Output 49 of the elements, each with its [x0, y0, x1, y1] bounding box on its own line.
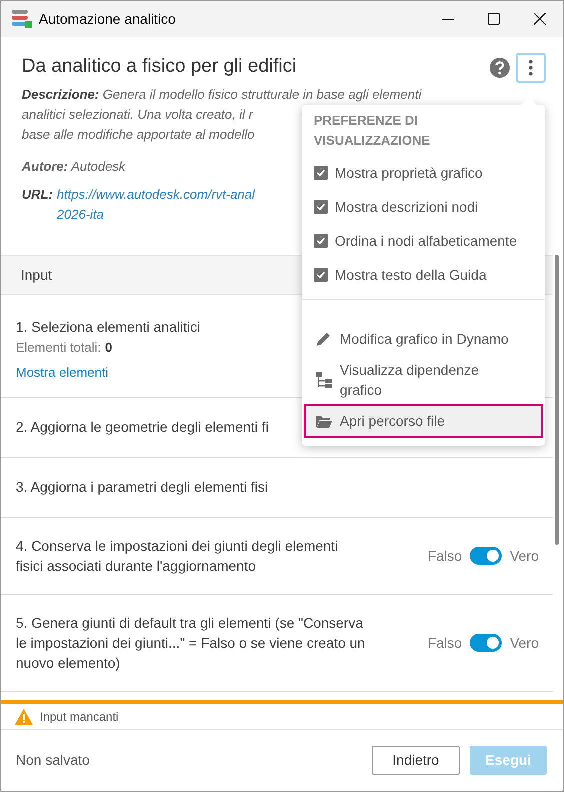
hierarchy-icon [315, 371, 333, 389]
folder-icon [315, 413, 333, 429]
warning-text: Input mancanti [40, 708, 119, 726]
footer-button[interactable]: Indietro [372, 746, 460, 775]
page-title: Da analitico a fisico per gli edifici [22, 55, 297, 79]
input-label: 2. Aggiorna le geometrie degli elementi fi [16, 418, 269, 437]
checkbox[interactable] [314, 234, 328, 248]
toggle-switch[interactable] [470, 547, 502, 565]
menu-checkbox-item[interactable]: Ordina i nodi alfabeticamente [302, 231, 545, 251]
show-elements-link[interactable]: Mostra elementi [16, 362, 108, 382]
description-text: base alle modifiche apportate al modello [22, 126, 255, 144]
pencil-icon [315, 330, 333, 348]
menu-item[interactable]: Visualizza dipendenze grafico [304, 358, 543, 402]
window-title: Automazione analitico [39, 10, 176, 28]
false-label: Falso [428, 546, 462, 566]
checkbox[interactable] [314, 268, 328, 282]
checkbox[interactable] [314, 166, 328, 180]
count-label: Elementi totali: [16, 339, 102, 357]
count-value: 0 [105, 339, 112, 357]
input-label: 3. Aggiorna i parametri degli elementi fisi [16, 478, 268, 497]
save-status: Non salvato [16, 751, 90, 770]
help-icon[interactable] [490, 58, 510, 78]
input-label: 5. Genera giunti di default tra gli elementi (se "Conserva le impostazioni dei giunti..." = Falso o se viene creato un nuovo elemento) [16, 614, 366, 673]
description-text: analitici selezionati. Una volta creato, il r [22, 106, 254, 124]
toggle-switch[interactable] [470, 634, 502, 652]
menu-item[interactable]: Apri percorso file [304, 404, 543, 438]
input-label: 1. Seleziona elementi analitici [16, 318, 202, 337]
url-label: URL: [22, 186, 54, 204]
url-link[interactable]: 2026-ita [57, 205, 256, 225]
more-options-button[interactable] [516, 53, 546, 83]
menu-checkbox-item[interactable]: Mostra testo della Guida [302, 265, 545, 285]
url-link[interactable]: https://www.autodesk.com/rvt-anal [57, 185, 256, 205]
menu-item[interactable]: Modifica grafico in Dynamo [304, 322, 543, 356]
author-text: Autore: Autodesk [22, 158, 126, 176]
more-icon [529, 60, 533, 76]
menu-heading: PREFERENZE DI VISUALIZZAZIONE [313, 112, 432, 150]
menu-checkbox-item[interactable]: Mostra proprietà grafico [302, 163, 545, 183]
true-label: Vero [510, 546, 539, 566]
menu-checkbox-item[interactable]: Mostra descrizioni nodi [302, 197, 545, 217]
checkbox[interactable] [314, 200, 328, 214]
close-icon [534, 13, 546, 25]
false-label: Falso [428, 634, 462, 652]
true-label: Vero [510, 634, 539, 652]
warning-icon [15, 708, 33, 724]
app-icon [11, 9, 33, 29]
input-label: 4. Conserva le impostazioni dei giunti degli elementi fisici associati durante l'aggiornamento [16, 537, 340, 576]
scrollbar-thumb[interactable] [555, 255, 559, 545]
description-text: Descrizione: Genera il modello fisico strutturale in base agli elementi [22, 86, 422, 104]
maximize-icon [488, 13, 500, 25]
